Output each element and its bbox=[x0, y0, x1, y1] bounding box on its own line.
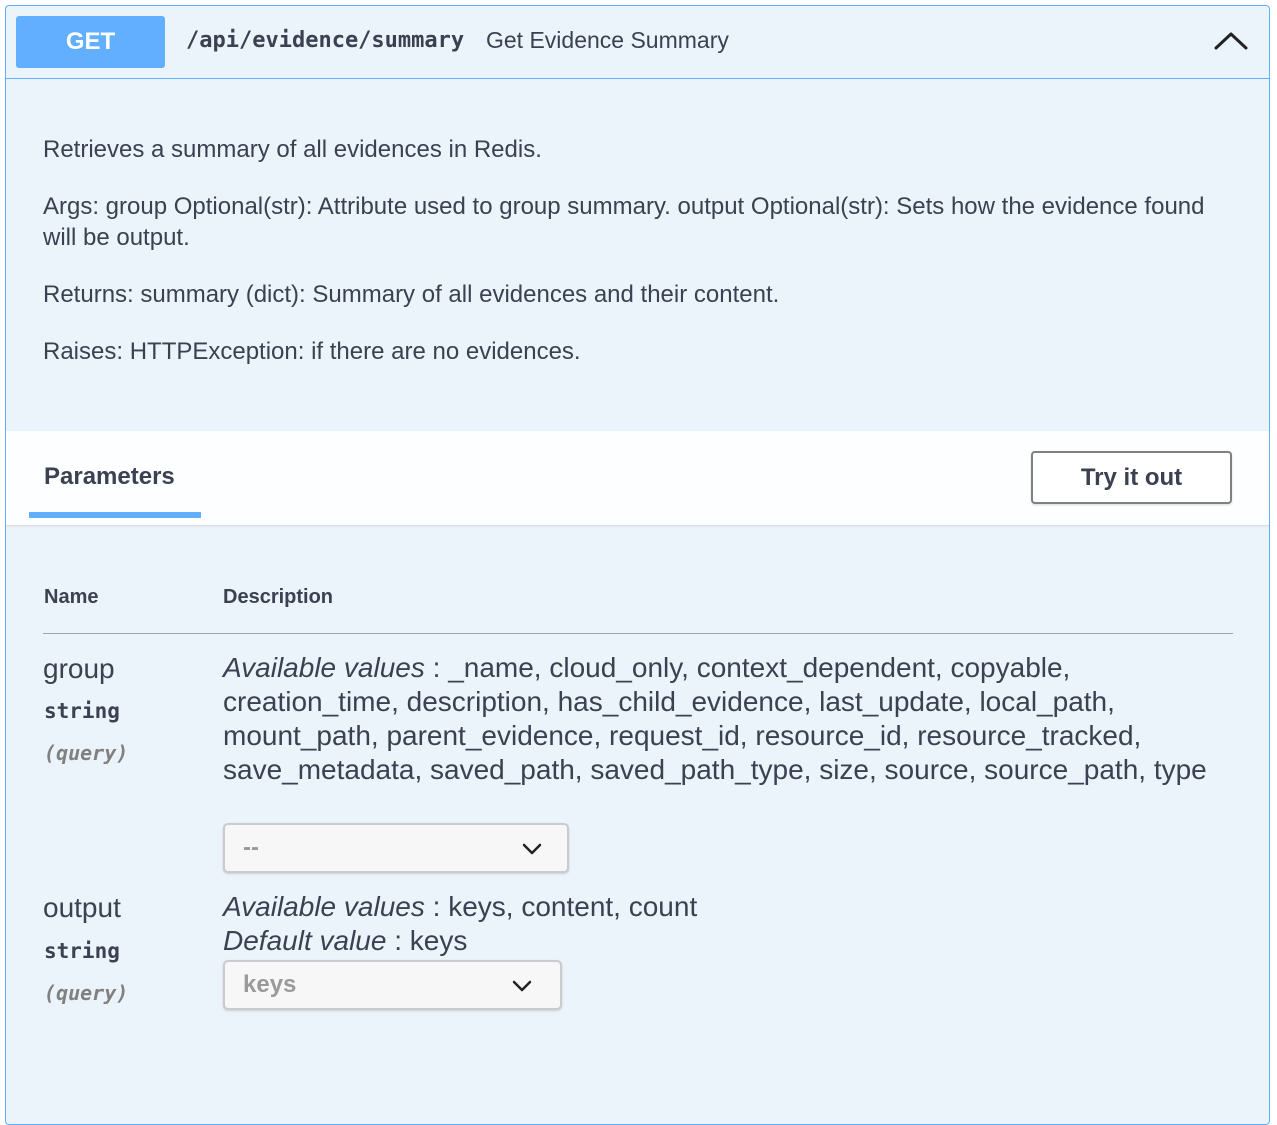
default-value: keys bbox=[409, 925, 468, 956]
description-paragraph: Raises: HTTPException: if there are no e… bbox=[43, 338, 581, 365]
chevron-up-icon[interactable] bbox=[1211, 24, 1251, 54]
available-values-list: keys, content, count bbox=[448, 891, 698, 922]
operation-block: GET /api/evidence/summary Get Evidence S… bbox=[5, 5, 1270, 1125]
output-select-value: keys bbox=[243, 971, 297, 998]
parameters-tab-indicator bbox=[29, 512, 201, 518]
param-name-group: group bbox=[43, 653, 115, 684]
available-values-label: Available values bbox=[223, 652, 425, 683]
chevron-down-icon bbox=[511, 976, 533, 996]
description-paragraph: Returns: summary (dict): Summary of all … bbox=[43, 281, 780, 308]
param-description-group: Available values : _name, cloud_only, co… bbox=[223, 652, 1207, 785]
default-value-label: Default value bbox=[223, 925, 387, 956]
parameters-tab[interactable]: Parameters bbox=[44, 463, 175, 491]
param-location-group: (query) bbox=[44, 741, 129, 765]
http-method-badge: GET bbox=[16, 16, 165, 68]
chevron-down-icon bbox=[521, 839, 543, 859]
group-select[interactable]: -- bbox=[223, 823, 569, 873]
operation-summary-bar[interactable]: GET /api/evidence/summary Get Evidence S… bbox=[6, 6, 1269, 79]
operation-description: Retrieves a summary of all evidences in … bbox=[43, 134, 1223, 393]
group-select-value: -- bbox=[243, 834, 259, 861]
param-name-output: output bbox=[43, 892, 121, 923]
column-header-name: Name bbox=[44, 586, 99, 608]
description-paragraph: Args: group Optional(str): Attribute use… bbox=[43, 193, 1205, 251]
param-type-group: string bbox=[44, 699, 120, 723]
operation-summary-text: Get Evidence Summary bbox=[486, 27, 729, 53]
description-paragraph: Retrieves a summary of all evidences in … bbox=[43, 136, 542, 163]
parameters-header: Parameters Try it out bbox=[6, 431, 1269, 525]
available-values-label: Available values bbox=[223, 891, 425, 922]
output-select[interactable]: keys bbox=[223, 960, 562, 1010]
param-type-output: string bbox=[44, 939, 120, 963]
try-it-out-button[interactable]: Try it out bbox=[1031, 451, 1232, 504]
param-location-output: (query) bbox=[44, 981, 129, 1005]
table-divider bbox=[43, 633, 1233, 634]
endpoint-path: /api/evidence/summary bbox=[186, 28, 465, 53]
column-header-description: Description bbox=[223, 586, 334, 608]
param-description-output: Available values : keys, content, count … bbox=[223, 891, 698, 956]
